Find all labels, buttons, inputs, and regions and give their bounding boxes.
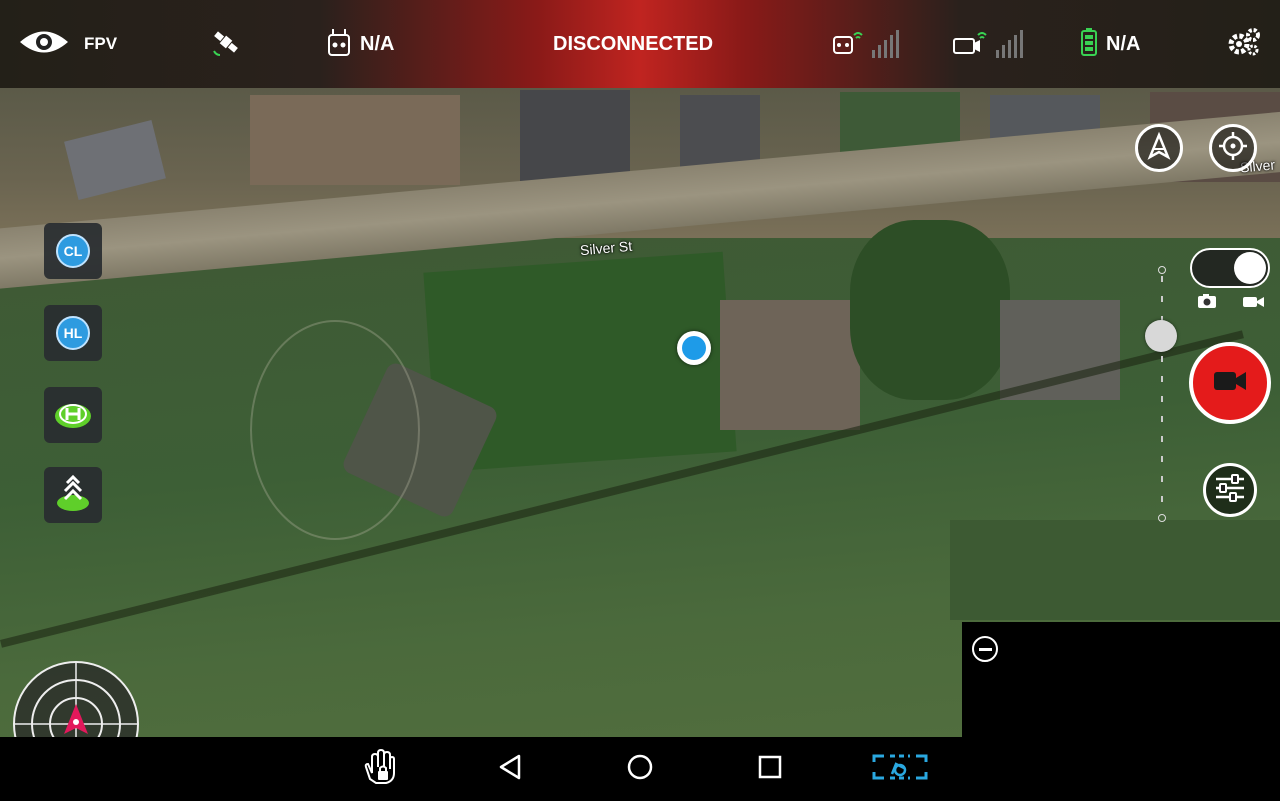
navigation-a-icon [1144, 131, 1174, 166]
remote-status-label: N/A [360, 32, 395, 55]
battery-icon [1080, 27, 1098, 62]
helipad-icon [53, 396, 93, 435]
video-signal[interactable] [952, 0, 1023, 88]
minus-icon [978, 647, 992, 651]
exposure-slider[interactable] [1145, 262, 1177, 524]
fpv-toggle[interactable]: FPV [18, 0, 117, 88]
video-link-icon [952, 27, 988, 62]
location-marker[interactable] [677, 331, 711, 365]
connection-status[interactable]: DISCONNECTED [553, 0, 713, 88]
land-button[interactable] [44, 387, 102, 443]
top-status-bar: FPV N/A DISCONNECTED N/A [0, 0, 1280, 88]
minimize-preview-button[interactable] [972, 636, 998, 662]
home-button[interactable] [610, 737, 670, 801]
gear-icon [1226, 26, 1262, 63]
photo-icon [1197, 293, 1217, 314]
video-camera-icon [1212, 370, 1248, 397]
rc-signal-icon [832, 27, 864, 62]
street-label: Silver St [579, 237, 633, 259]
connection-status-label: DISCONNECTED [553, 32, 714, 55]
rc-signal-bars [872, 30, 899, 58]
hand-lock-icon [360, 748, 400, 790]
screen-capture-button[interactable] [870, 737, 930, 801]
cl-icon: CL [56, 234, 90, 268]
home-circle-icon [626, 753, 654, 786]
takeoff-button[interactable] [44, 467, 102, 523]
recents-square-icon [757, 754, 783, 785]
cl-button[interactable]: CL [44, 223, 102, 279]
sliders-icon [1214, 473, 1246, 507]
rc-signal[interactable] [832, 0, 899, 88]
hand-lock-button[interactable] [350, 737, 410, 801]
battery-status-label: N/A [1106, 32, 1141, 55]
gps-status[interactable] [210, 0, 242, 88]
hl-icon: HL [56, 316, 90, 350]
hl-label: HL [63, 325, 83, 341]
android-nav-bar [0, 737, 1280, 801]
video-signal-bars [996, 30, 1023, 58]
eye-icon [18, 27, 70, 62]
back-button[interactable] [480, 737, 540, 801]
hl-button[interactable]: HL [44, 305, 102, 361]
map-orientation-button[interactable] [1135, 124, 1183, 172]
satellite-icon [210, 27, 242, 62]
cl-label: CL [63, 243, 83, 259]
camera-settings-button[interactable] [1203, 463, 1257, 517]
remote-status[interactable]: N/A [326, 0, 394, 88]
view-mode-label: FPV [84, 34, 118, 53]
crosshair-icon [1218, 131, 1248, 166]
takeoff-icon [53, 473, 93, 518]
exposure-slider-handle[interactable] [1145, 320, 1177, 352]
battery-status[interactable]: N/A [1080, 0, 1140, 88]
video-mode-icon [1242, 295, 1266, 314]
settings-button[interactable] [1226, 0, 1262, 88]
back-triangle-icon [497, 753, 523, 786]
app-root: Silver St Silver FPV N/A DISCONNECTED N/… [0, 0, 1280, 801]
recents-button[interactable] [740, 737, 800, 801]
record-button[interactable] [1189, 342, 1271, 424]
locate-aircraft-button[interactable] [1209, 124, 1257, 172]
camera-preview[interactable] [962, 622, 1280, 738]
remote-controller-icon [326, 27, 352, 62]
photo-video-toggle[interactable] [1190, 248, 1270, 288]
screen-capture-icon [870, 752, 930, 787]
